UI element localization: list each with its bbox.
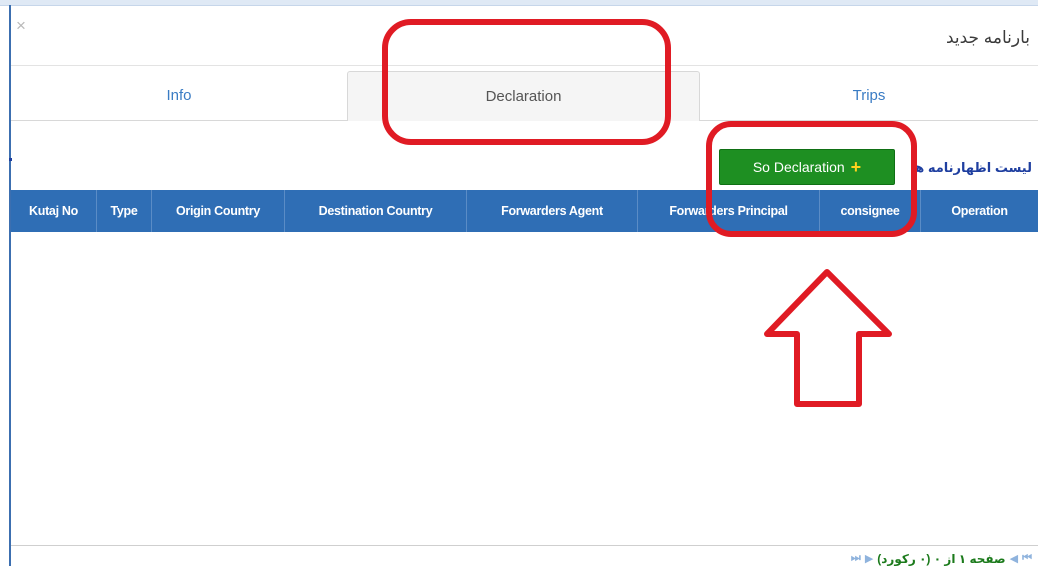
column-forwarders-principal[interactable]: Forwarders Principal: [638, 190, 820, 232]
tab-trips[interactable]: Trips: [700, 71, 1038, 120]
title-divider: [11, 65, 1038, 66]
prev-page-icon[interactable]: ◀: [1010, 552, 1018, 565]
declaration-list-label: لیست اظهارنامه ها: [910, 160, 1032, 175]
column-destination-country[interactable]: Destination Country: [285, 190, 467, 232]
column-consignee[interactable]: consignee: [820, 190, 921, 232]
window-top-border: [0, 0, 1038, 6]
add-declaration-button[interactable]: So Declaration +: [719, 149, 895, 185]
dialog-title: بارنامه جدید: [945, 28, 1030, 47]
close-icon[interactable]: ×: [16, 17, 26, 34]
last-page-icon[interactable]: ⏭: [851, 552, 861, 565]
add-declaration-label: So Declaration: [752, 159, 845, 175]
grid-footer-line: [11, 545, 1038, 546]
grid-header: Kutaj No Type Origin Country Destination…: [11, 190, 1038, 232]
tab-info[interactable]: Info: [11, 71, 347, 120]
first-page-icon[interactable]: ⏮: [1022, 552, 1032, 565]
column-kutaj-no[interactable]: Kutaj No: [11, 190, 97, 232]
column-operation[interactable]: Operation: [921, 190, 1038, 232]
pager: ⏮ ◀ صفحه ۱ از ۰ (۰ رکورد) ▶ ⏭: [851, 551, 1032, 566]
pager-text: صفحه ۱ از ۰ (۰ رکورد): [877, 551, 1006, 566]
grid-body: [11, 232, 1038, 545]
column-type[interactable]: Type: [97, 190, 152, 232]
column-forwarders-agent[interactable]: Forwarders Agent: [467, 190, 638, 232]
active-tab-gap: [348, 120, 699, 121]
next-page-icon[interactable]: ▶: [865, 552, 873, 565]
column-origin-country[interactable]: Origin Country: [152, 190, 285, 232]
marker-dot: [9, 158, 12, 161]
plus-icon: +: [850, 157, 862, 177]
tab-declaration[interactable]: Declaration: [347, 71, 700, 120]
